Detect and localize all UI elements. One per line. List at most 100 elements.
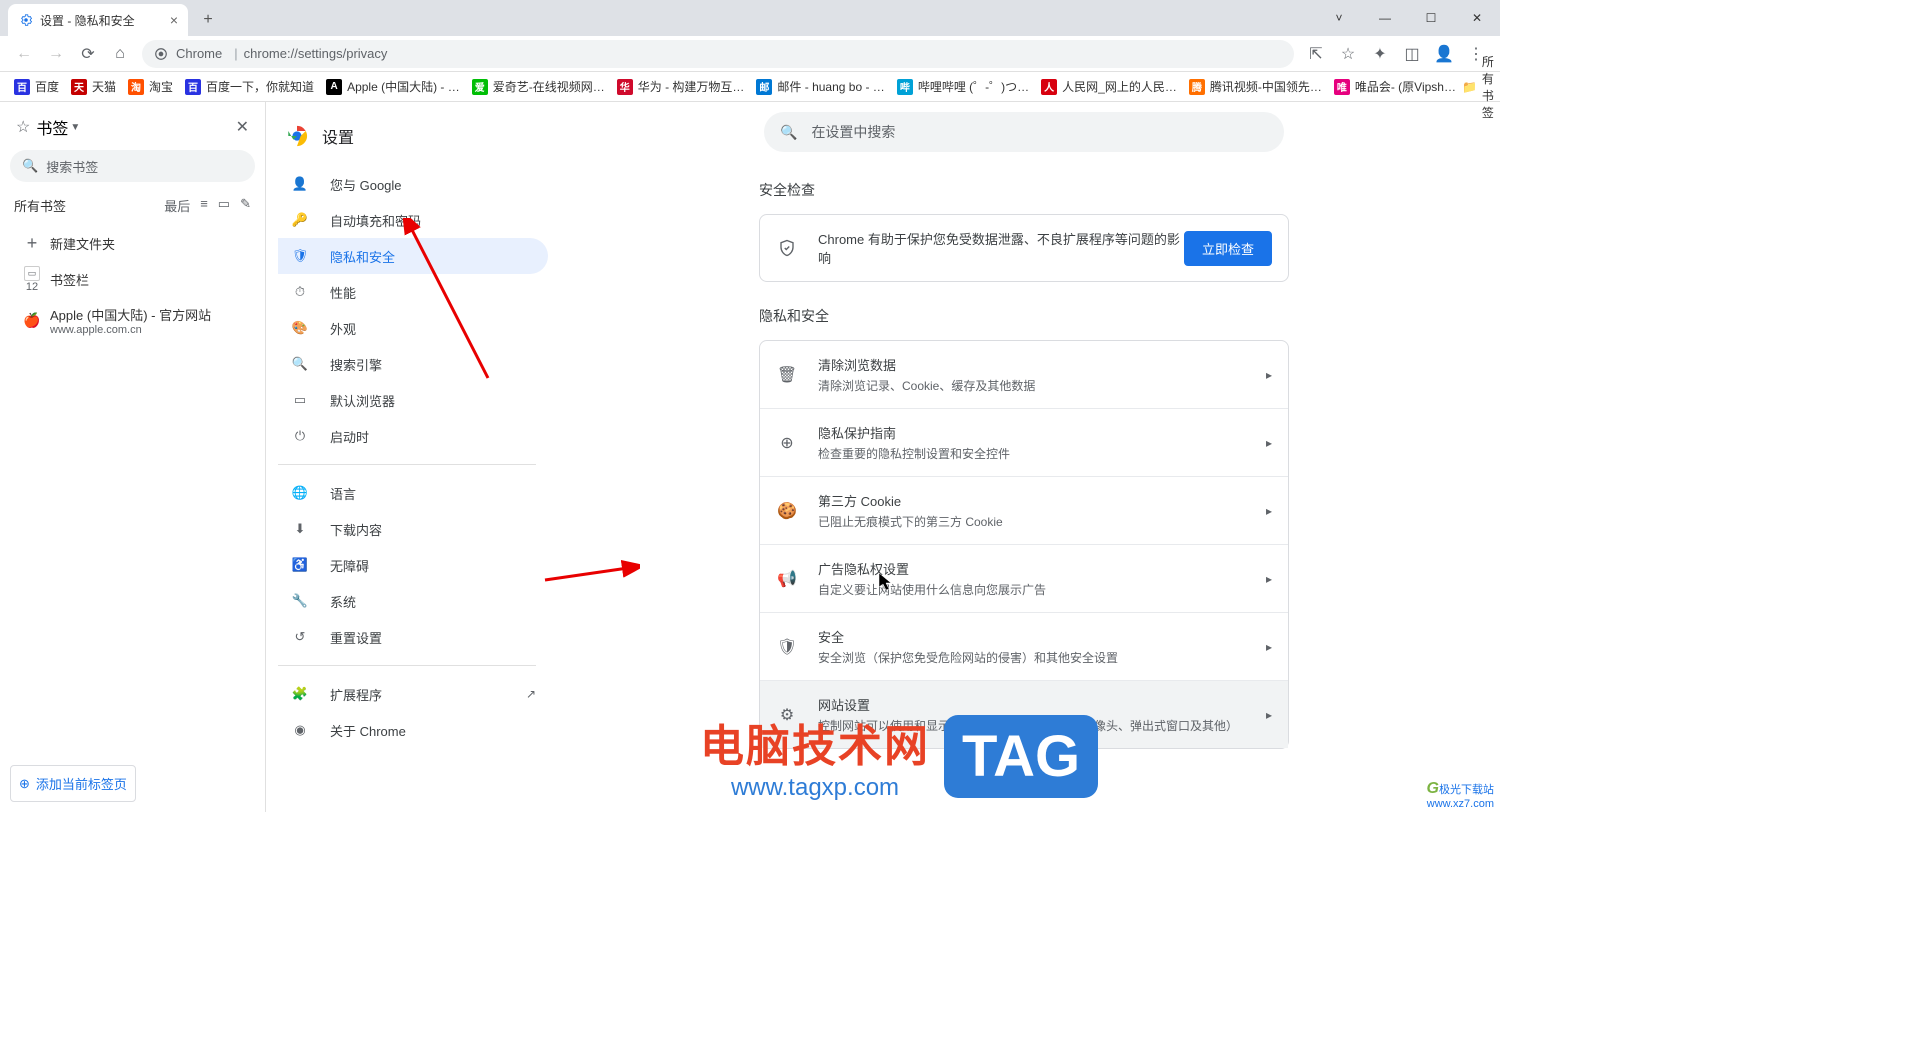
favicon: 哔 [897, 79, 913, 95]
ext-icon: 🧩 [290, 686, 310, 702]
nav-item-appearance[interactable]: 🎨外观 [278, 310, 548, 346]
bookmark-star-icon[interactable]: ☆ [1332, 38, 1364, 70]
reload-button[interactable]: ⟳ [72, 38, 104, 70]
new-tab-button[interactable]: + [194, 6, 222, 34]
ads-icon: 📢 [776, 569, 798, 589]
nav-item-download[interactable]: ⬇下载内容 [278, 511, 548, 547]
dropdown-icon[interactable]: ˅ [1316, 0, 1362, 36]
nav-item-browser[interactable]: ▭默认浏览器 [278, 382, 548, 418]
speed-icon: ⏱ [290, 284, 310, 300]
nav-item-person[interactable]: 👤您与 Google [278, 166, 548, 202]
nav-item-reset[interactable]: ↺重置设置 [278, 619, 548, 655]
view-icon[interactable]: ▭ [218, 196, 230, 215]
bookmark-entry[interactable]: ▭12书签栏 [10, 260, 255, 299]
add-current-tab-button[interactable]: ⊕ 添加当前标签页 [10, 765, 136, 802]
nav-item-lang[interactable]: 🌐语言 [278, 475, 548, 511]
forward-button[interactable]: → [40, 38, 72, 70]
bookmark-item[interactable]: 哔哔哩哔哩 (゜-゜)つ… [891, 78, 1035, 95]
bookmark-item[interactable]: 百百度一下，你就知道 [179, 78, 320, 95]
nav-item-ext[interactable]: 🧩扩展程序↗ [278, 676, 548, 712]
bookmarks-search-input[interactable]: 🔍 搜索书签 [10, 150, 255, 182]
external-link-icon: ↗ [526, 687, 536, 701]
url-text: chrome://settings/privacy [244, 46, 388, 61]
safety-check-title: 安全检查 [759, 180, 1289, 200]
back-button[interactable]: ← [8, 38, 40, 70]
nav-item-a11y[interactable]: ♿无障碍 [278, 547, 548, 583]
bookmark-item[interactable]: 淘淘宝 [122, 78, 179, 95]
bookmark-item[interactable]: 爱爱奇艺-在线视频网… [466, 78, 611, 95]
chevron-right-icon: ▸ [1266, 572, 1272, 586]
guide-icon: ⊕ [776, 433, 798, 453]
browser-toolbar: ← → ⟳ ⌂ Chrome | chrome://settings/priva… [0, 36, 1500, 72]
search-icon: 🔍 [780, 124, 797, 141]
profile-icon[interactable]: 👤 [1428, 38, 1460, 70]
privacy-row-trash[interactable]: 🗑清除浏览数据清除浏览记录、Cookie、缓存及其他数据▸ [760, 341, 1288, 408]
close-panel-icon[interactable]: ✕ [236, 117, 249, 137]
nav-item-power[interactable]: ⏻启动时 [278, 418, 548, 454]
nav-item-speed[interactable]: ⏱性能 [278, 274, 548, 310]
bookmark-item[interactable]: 唯唯品会- (原Vipsh… [1328, 78, 1462, 95]
nav-item-autofill[interactable]: 🔑自动填充和密码 [278, 202, 548, 238]
search-icon: 🔍 [22, 158, 38, 174]
privacy-row-cookie[interactable]: 🍪第三方 Cookie已阻止无痕模式下的第三方 Cookie▸ [760, 477, 1288, 544]
browser-tab[interactable]: 设置 - 隐私和安全 × [8, 4, 188, 36]
favicon: 腾 [1189, 79, 1205, 95]
privacy-row-ads[interactable]: 📢广告隐私权设置自定义要让网站使用什么信息向您展示广告▸ [760, 545, 1288, 612]
chrome-icon: ◉ [290, 722, 310, 738]
sort-icon[interactable]: ≡ [200, 196, 208, 215]
shield-icon [776, 239, 798, 257]
nav-item-shield[interactable]: 🛡隐私和安全 [278, 238, 548, 274]
chevron-right-icon: ▸ [1266, 368, 1272, 382]
favicon: 唯 [1334, 79, 1350, 95]
favicon: 人 [1041, 79, 1057, 95]
plus-circle-icon: ⊕ [19, 776, 30, 792]
settings-main: 🔍 在设置中搜索 安全检查 Chrome 有助于保护您免受数据泄露、不良扩展程序… [548, 102, 1500, 812]
all-bookmarks-row: 所有书签 最后 ≡ ▭ ✎ [10, 190, 255, 221]
sidepanel-icon[interactable]: ◫ [1396, 38, 1428, 70]
bookmark-item[interactable]: 人人民网_网上的人民… [1035, 78, 1183, 95]
close-tab-icon[interactable]: × [170, 12, 178, 28]
privacy-row-safe[interactable]: 🛡安全安全浏览（保护您免受危险网站的侵害）和其他安全设置▸ [760, 613, 1288, 680]
privacy-section-title: 隐私和安全 [759, 306, 1289, 326]
edit-icon[interactable]: ✎ [240, 196, 251, 215]
gear-icon [18, 12, 34, 28]
nav-item-chrome[interactable]: ◉关于 Chrome [278, 712, 548, 748]
nav-item-wrench[interactable]: 🔧系统 [278, 583, 548, 619]
safe-icon: 🛡 [776, 637, 798, 657]
nav-item-search[interactable]: 🔍搜索引擎 [278, 346, 548, 382]
close-window-button[interactable]: ✕ [1454, 0, 1500, 36]
favicon: 淘 [128, 79, 144, 95]
panel-header: ☆ 书签 ▼ ✕ [10, 112, 255, 142]
chevron-right-icon: ▸ [1266, 640, 1272, 654]
favicon: 百 [14, 79, 30, 95]
share-icon[interactable]: ⇱ [1300, 38, 1332, 70]
minimize-button[interactable]: — [1362, 0, 1408, 36]
bookmark-item[interactable]: 腾腾讯视频-中国领先… [1183, 78, 1328, 95]
check-now-button[interactable]: 立即检查 [1184, 231, 1272, 266]
favicon: 爱 [472, 79, 488, 95]
bookmark-item[interactable]: 邮邮件 - huang bo - … [750, 78, 890, 95]
bookmark-item[interactable]: 华华为 - 构建万物互… [611, 78, 751, 95]
wrench-icon: 🔧 [290, 593, 310, 609]
privacy-row-guide[interactable]: ⊕隐私保护指南检查重要的隐私控制设置和安全控件▸ [760, 409, 1288, 476]
recent-label[interactable]: 最后 [164, 196, 190, 215]
bookmark-item[interactable]: 天天猫 [65, 78, 122, 95]
bookmark-entry[interactable]: +新建文件夹 [10, 227, 255, 260]
maximize-button[interactable]: ☐ [1408, 0, 1454, 36]
home-button[interactable]: ⌂ [104, 38, 136, 70]
settings-search-input[interactable]: 🔍 在设置中搜索 [764, 112, 1284, 152]
bookmark-item[interactable]: AApple (中国大陆) - … [320, 78, 466, 95]
extensions-icon[interactable]: ✦ [1364, 38, 1396, 70]
bookmark-entry[interactable]: 🍎Apple (中国大陆) - 官方网站www.apple.com.cn [10, 299, 255, 342]
favicon: 华 [617, 79, 633, 95]
lang-icon: 🌐 [290, 485, 310, 501]
address-bar[interactable]: Chrome | chrome://settings/privacy [142, 40, 1294, 68]
chrome-logo-icon [286, 125, 308, 147]
dropdown-icon[interactable]: ▼ [70, 122, 80, 133]
chevron-right-icon: ▸ [1266, 504, 1272, 518]
chevron-right-icon: ▸ [1266, 708, 1272, 722]
favicon: 百 [185, 79, 201, 95]
reset-icon: ↺ [290, 629, 310, 645]
power-icon: ⏻ [290, 428, 310, 444]
bookmark-item[interactable]: 百百度 [8, 78, 65, 95]
